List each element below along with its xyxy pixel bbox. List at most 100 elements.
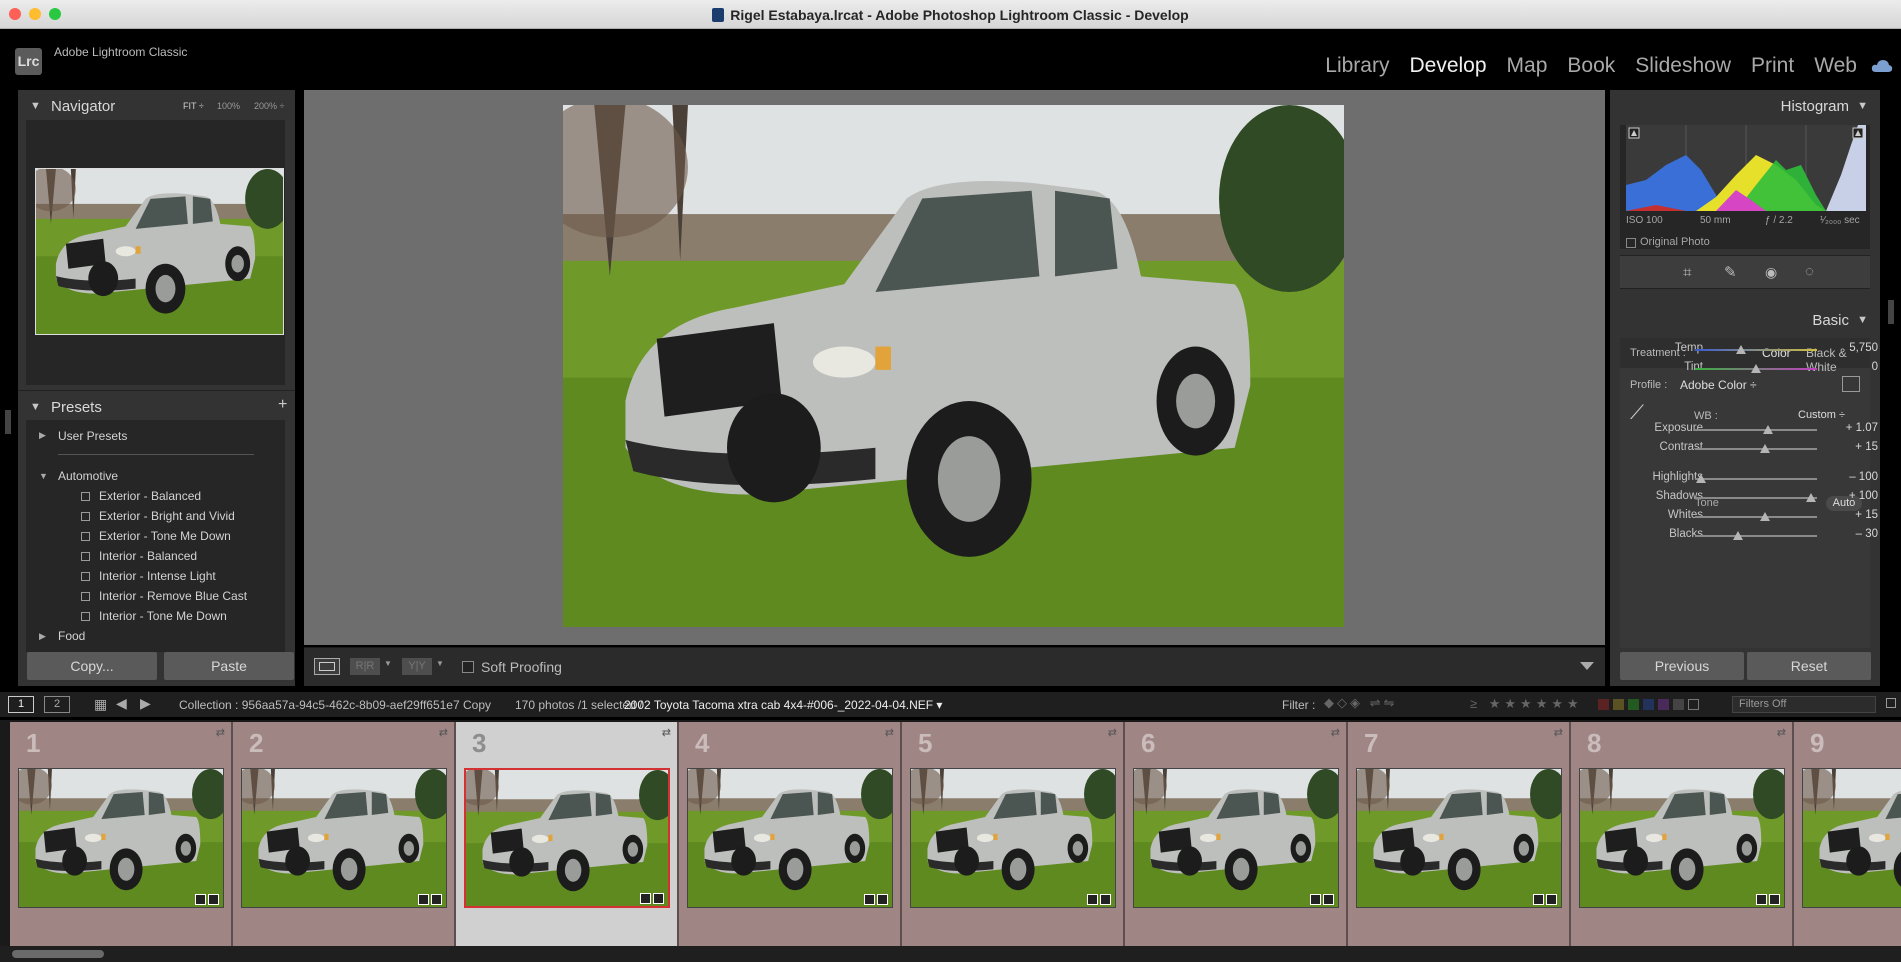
preset-group-food[interactable]: Food	[58, 629, 85, 643]
preset-item[interactable]: Interior - Remove Blue Cast	[81, 589, 247, 603]
slider-value[interactable]: + 15	[1855, 509, 1878, 521]
color-label-filter[interactable]	[1598, 699, 1699, 710]
slider-knob[interactable]	[1696, 474, 1707, 483]
original-photo-checkbox[interactable]	[1626, 238, 1636, 248]
module-book[interactable]: Book	[1567, 54, 1615, 78]
purple-label-icon[interactable]	[1658, 699, 1669, 710]
expand-triangle-icon[interactable]: ▶	[39, 631, 46, 642]
slider-blacks[interactable]: Blacks – 30	[1620, 526, 1890, 544]
no-label-icon[interactable]	[1688, 699, 1699, 710]
rotate-icon[interactable]: ⇄	[662, 726, 671, 739]
slider-value[interactable]: + 100	[1849, 490, 1878, 502]
slider-value[interactable]: + 1.07	[1846, 422, 1878, 434]
slider-track[interactable]	[1695, 478, 1817, 480]
slider-whites[interactable]: Whites + 15	[1620, 507, 1890, 525]
healing-icon[interactable]: ✎	[1724, 263, 1737, 281]
photo-thumbnail[interactable]	[18, 768, 224, 908]
blue-label-icon[interactable]	[1643, 699, 1654, 710]
module-web[interactable]: Web	[1814, 54, 1857, 78]
main-window-button[interactable]: 1	[8, 696, 34, 713]
slider-knob[interactable]	[1732, 531, 1743, 540]
histogram-header[interactable]: Histogram ▼	[1610, 90, 1880, 120]
yellow-label-icon[interactable]	[1613, 699, 1624, 710]
filmstrip-cell[interactable]: 2 ⇄	[233, 722, 456, 946]
slider-track[interactable]	[1695, 497, 1817, 499]
expand-triangle-icon[interactable]: ▶	[39, 430, 46, 441]
rotate-icon[interactable]: ⇄	[1108, 726, 1117, 739]
photo-thumbnail[interactable]	[1133, 768, 1339, 908]
slider-track[interactable]	[1695, 448, 1817, 450]
presets-header[interactable]: ▼ Presets +	[18, 390, 295, 420]
red-eye-icon[interactable]: ◉	[1765, 264, 1777, 281]
cloud-sync-icon[interactable]	[1871, 58, 1893, 74]
profile-browser-icon[interactable]	[1842, 376, 1860, 392]
photo-thumbnail[interactable]	[1579, 768, 1785, 908]
zoom-100-option[interactable]: 100%	[217, 101, 240, 111]
masking-icon[interactable]: ◌	[1805, 263, 1814, 280]
filmstrip-cell[interactable]: 9⇄	[1794, 722, 1901, 946]
module-map[interactable]: Map	[1507, 54, 1548, 78]
slider-value[interactable]: – 100	[1849, 471, 1878, 483]
zoom-fit-option[interactable]: FIT ÷	[183, 101, 204, 111]
slider-value[interactable]: 0	[1872, 361, 1878, 373]
photo-thumbnail[interactable]	[464, 768, 670, 908]
photo-thumbnail[interactable]	[241, 768, 447, 908]
left-panel-toggle[interactable]	[5, 410, 11, 434]
slider-track[interactable]	[1695, 429, 1817, 431]
soft-proofing-checkbox[interactable]	[462, 661, 474, 673]
slider-knob[interactable]	[1751, 364, 1761, 373]
slider-shadows[interactable]: Shadows + 100	[1620, 488, 1890, 506]
filters-preset-select[interactable]: Filters Off	[1732, 696, 1876, 713]
chevron-down-icon[interactable]: ▼	[436, 659, 444, 668]
before-after-yy-icon[interactable]: Y|Y	[402, 658, 432, 675]
rotate-icon[interactable]: ⇄	[216, 726, 225, 739]
red-label-icon[interactable]	[1598, 699, 1609, 710]
slider-knob[interactable]	[1763, 425, 1774, 434]
filmstrip-cell[interactable]: 3 ⇄	[456, 722, 679, 946]
photo-thumbnail[interactable]	[687, 768, 893, 908]
back-arrow-icon[interactable]: ◀	[116, 695, 127, 712]
rotate-icon[interactable]: ⇄	[1554, 726, 1563, 739]
preset-item[interactable]: Exterior - Bright and Vivid	[81, 509, 235, 523]
slider-knob[interactable]	[1736, 345, 1747, 354]
paste-settings-button[interactable]: Paste	[164, 652, 294, 680]
slider-knob[interactable]	[1759, 444, 1770, 453]
filmstrip-scroll-thumb[interactable]	[12, 950, 104, 958]
rating-filter-stars[interactable]: ≥ ★★★★★★	[1470, 696, 1583, 712]
preset-item[interactable]: Exterior - Balanced	[81, 489, 201, 503]
selected-filename[interactable]: 2002 Toyota Tacoma xtra cab 4x4-#006-_20…	[624, 698, 942, 712]
filmstrip-cell[interactable]: 1 ⇄	[10, 722, 233, 946]
filmstrip-cell[interactable]: 8 ⇄	[1571, 722, 1794, 946]
preset-item[interactable]: Interior - Intense Light	[81, 569, 216, 583]
preset-item[interactable]: Interior - Tone Me Down	[81, 609, 227, 623]
basic-header[interactable]: Basic ▼	[1610, 311, 1880, 341]
filmstrip-cell[interactable]: 4 ⇄	[679, 722, 902, 946]
forward-arrow-icon[interactable]: ▶	[140, 695, 151, 712]
histogram-graph[interactable]	[1626, 125, 1866, 211]
collapse-triangle-icon[interactable]: ▼	[39, 471, 48, 481]
filmstrip-scrollbar[interactable]	[0, 946, 1901, 962]
profile-select[interactable]: Adobe Color ÷	[1680, 378, 1757, 392]
filmstrip-cell[interactable]: 5 ⇄	[902, 722, 1125, 946]
reset-button[interactable]: Reset	[1747, 652, 1871, 680]
module-slideshow[interactable]: Slideshow	[1635, 54, 1731, 78]
slider-track[interactable]	[1695, 516, 1817, 518]
preset-group-user[interactable]: User Presets	[58, 429, 127, 443]
copy-settings-button[interactable]: Copy...	[27, 652, 157, 680]
collection-source[interactable]: Collection : 956aa57a-94c5-462c-8b09-aef…	[179, 698, 491, 712]
photo-thumbnail[interactable]	[1356, 768, 1562, 908]
module-develop[interactable]: Develop	[1409, 54, 1486, 78]
slider-knob[interactable]	[1759, 512, 1770, 521]
photo-thumbnail[interactable]	[910, 768, 1116, 908]
slider-tint[interactable]: Tint 0	[1620, 359, 1890, 377]
slider-track[interactable]	[1695, 535, 1817, 537]
loupe-view-icon[interactable]	[314, 658, 340, 675]
photo-thumbnail[interactable]	[1802, 768, 1901, 908]
gray-label-icon[interactable]	[1673, 699, 1684, 710]
rotate-icon[interactable]: ⇄	[885, 726, 894, 739]
rotate-icon[interactable]: ⇄	[1331, 726, 1340, 739]
slider-value[interactable]: 5,750	[1849, 342, 1878, 354]
rotate-icon[interactable]: ⇄	[439, 726, 448, 739]
grid-icon[interactable]: ▦	[94, 696, 107, 713]
toolbar-menu-icon[interactable]	[1580, 662, 1594, 670]
